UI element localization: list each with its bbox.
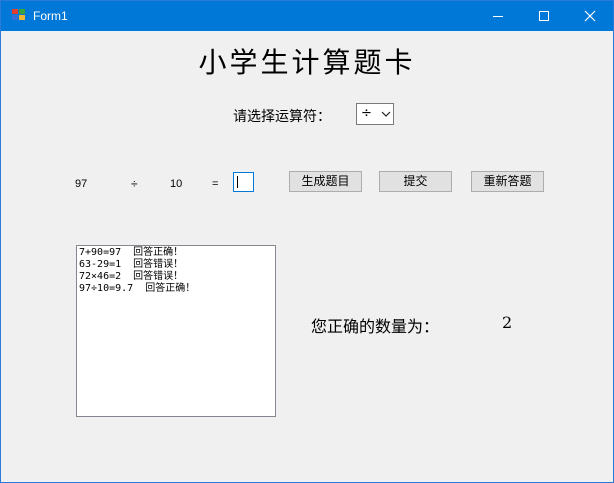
- log-line: 72×46=2 回答错误！: [79, 271, 184, 282]
- answer-log[interactable]: 7+90=97 回答正确！ 63-29=1 回答错误！ 72×46=2 回答错误…: [76, 245, 276, 417]
- operand-1: 97: [75, 178, 88, 190]
- minimize-button[interactable]: [475, 1, 521, 31]
- text-caret: [237, 176, 238, 188]
- close-button[interactable]: [567, 1, 613, 31]
- log-line: 63-29=1 回答错误！: [79, 259, 184, 270]
- submit-button[interactable]: 提交: [379, 171, 452, 192]
- operator-select-value: ÷: [361, 106, 372, 121]
- log-line: 97÷10=9.7 回答正确！: [79, 283, 196, 294]
- operand-2: 10: [170, 178, 183, 190]
- log-line: 7+90=97 回答正确！: [79, 247, 184, 258]
- operator-select[interactable]: ÷: [356, 103, 394, 125]
- window-title: Form1: [33, 9, 68, 23]
- title-bar[interactable]: Form1: [1, 1, 613, 31]
- chevron-down-icon: [381, 111, 391, 117]
- page-title: 小学生计算题卡: [198, 46, 416, 79]
- maximize-icon: [539, 11, 549, 21]
- close-icon: [584, 10, 596, 22]
- generate-button[interactable]: 生成题目: [289, 171, 362, 192]
- maximize-button[interactable]: [521, 1, 567, 31]
- answer-input[interactable]: [233, 172, 254, 192]
- problem-operator: ÷: [131, 177, 138, 191]
- minimize-icon: [493, 16, 503, 17]
- equals-sign: =: [212, 178, 219, 190]
- app-window: Form1 小学生计算题卡 请选择运算符： ÷ 97 ÷ 10 = 生成题目 提…: [0, 0, 614, 483]
- operator-label: 请选择运算符：: [233, 109, 331, 125]
- reset-button[interactable]: 重新答题: [471, 171, 544, 192]
- correct-count-value: 2: [502, 313, 513, 332]
- correct-count-label: 您正确的数量为：: [311, 317, 440, 336]
- app-icon: [12, 9, 26, 22]
